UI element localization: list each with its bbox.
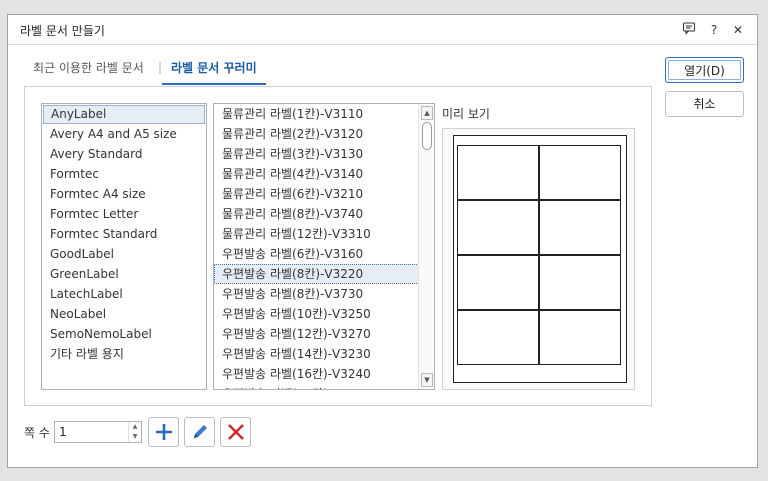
label-type-list[interactable]: 물류관리 라벨(1칸)-V3110 물류관리 라벨(2칸)-V3120 물류관리 라… [213,103,435,390]
manufacturer-item[interactable]: AnyLabel [43,105,205,124]
pencil-icon [194,425,207,438]
tab-recent-labels[interactable]: 최근 이용한 라벨 문서 [33,59,144,82]
comment-icon[interactable] [680,21,698,39]
label-item[interactable]: 물류관리 라벨(4칸)-V3140 [214,164,419,184]
dialog-title: 라벨 문서 만들기 [20,24,105,38]
delete-button[interactable] [220,417,251,447]
manufacturer-list[interactable]: AnyLabel Avery A4 and A5 size Avery Standa… [41,103,207,390]
close-button[interactable]: ✕ [729,21,747,39]
label-item[interactable]: 물류관리 라벨(3칸)-V3130 [214,144,419,164]
delete-x-icon [228,424,244,440]
scroll-down-arrow-icon[interactable]: ▼ [421,373,433,387]
spin-up-icon[interactable]: ▲ [129,422,141,432]
manufacturer-item[interactable]: Formtec Standard [42,224,206,244]
preview-label-cell [457,255,539,310]
manufacturer-item[interactable]: GoodLabel [42,244,206,264]
preview-label-cell [457,310,539,365]
label-item[interactable]: 우편발송 라벨(8칸)-V3220 [214,264,419,284]
label-package-panel: AnyLabel Avery A4 and A5 size Avery Standa… [24,86,652,406]
manufacturer-item[interactable]: Avery A4 and A5 size [42,124,206,144]
label-item[interactable]: 우편발송 라벨(18칸)-V3260 [214,384,419,389]
label-document-dialog: 라벨 문서 만들기 ? ✕ 최근 이용한 라벨 문서 | 라벨 문서 꾸러미 A… [7,14,758,468]
preview-label-cell [539,200,621,255]
scroll-thumb[interactable] [422,122,432,150]
manufacturer-item[interactable]: GreenLabel [42,264,206,284]
preview-label-cell [539,310,621,365]
manufacturer-item[interactable]: SemoNemoLabel [42,324,206,344]
edit-button[interactable] [184,417,215,447]
manufacturer-items: AnyLabel Avery A4 and A5 size Avery Standa… [42,105,206,364]
preview-label-cell [457,145,539,200]
manufacturer-item[interactable]: LatechLabel [42,284,206,304]
preview-box [442,128,635,390]
preview-label-cell [539,255,621,310]
label-item[interactable]: 우편발송 라벨(6칸)-V3160 [214,244,419,264]
label-item[interactable]: 우편발송 라벨(8칸)-V3730 [214,284,419,304]
manufacturer-item[interactable]: Formtec A4 size [42,184,206,204]
label-item[interactable]: 물류관리 라벨(12칸)-V3310 [214,224,419,244]
page-count-value[interactable]: 1 [59,425,67,439]
manufacturer-item[interactable]: Formtec [42,164,206,184]
label-items: 물류관리 라벨(1칸)-V3110 물류관리 라벨(2칸)-V3120 물류관리 라… [214,104,419,389]
label-item[interactable]: 물류관리 라벨(2칸)-V3120 [214,124,419,144]
label-list-scrollbar[interactable]: ▲ ▼ [418,104,434,389]
open-button-label: 열기(D) [668,60,741,80]
add-button[interactable] [148,417,179,447]
label-item[interactable]: 물류관리 라벨(1칸)-V3110 [214,104,419,124]
spinner-buttons: ▲ ▼ [128,422,141,442]
label-item[interactable]: 우편발송 라벨(12칸)-V3270 [214,324,419,344]
preview-label-cell [457,200,539,255]
page-count-spinner[interactable]: 1 ▲ ▼ [54,421,142,443]
label-item[interactable]: 물류관리 라벨(8칸)-V3740 [214,204,419,224]
open-button[interactable]: 열기(D) [665,57,744,83]
manufacturer-item[interactable]: NeoLabel [42,304,206,324]
label-item[interactable]: 우편발송 라벨(14칸)-V3230 [214,344,419,364]
page-count-label: 쪽 수 [24,426,50,440]
label-item[interactable]: 물류관리 라벨(6칸)-V3210 [214,184,419,204]
preview-label-cell [539,145,621,200]
cancel-button[interactable]: 취소 [665,91,744,117]
preview-page [453,135,627,383]
title-bar: 라벨 문서 만들기 ? ✕ [8,15,757,45]
label-item[interactable]: 우편발송 라벨(16칸)-V3240 [214,364,419,384]
scroll-up-arrow-icon[interactable]: ▲ [421,106,433,120]
manufacturer-item[interactable]: Avery Standard [42,144,206,164]
label-item[interactable]: 우편발송 라벨(10칸)-V3250 [214,304,419,324]
preview-label: 미리 보기 [442,107,490,121]
plus-icon [156,424,172,440]
manufacturer-item[interactable]: Formtec Letter [42,204,206,224]
help-button[interactable]: ? [705,21,723,39]
spin-down-icon[interactable]: ▼ [129,432,141,442]
manufacturer-item[interactable]: 기타 라벨 용지 [42,344,206,364]
tab-label-package[interactable]: 라벨 문서 꾸러미 [162,59,266,85]
